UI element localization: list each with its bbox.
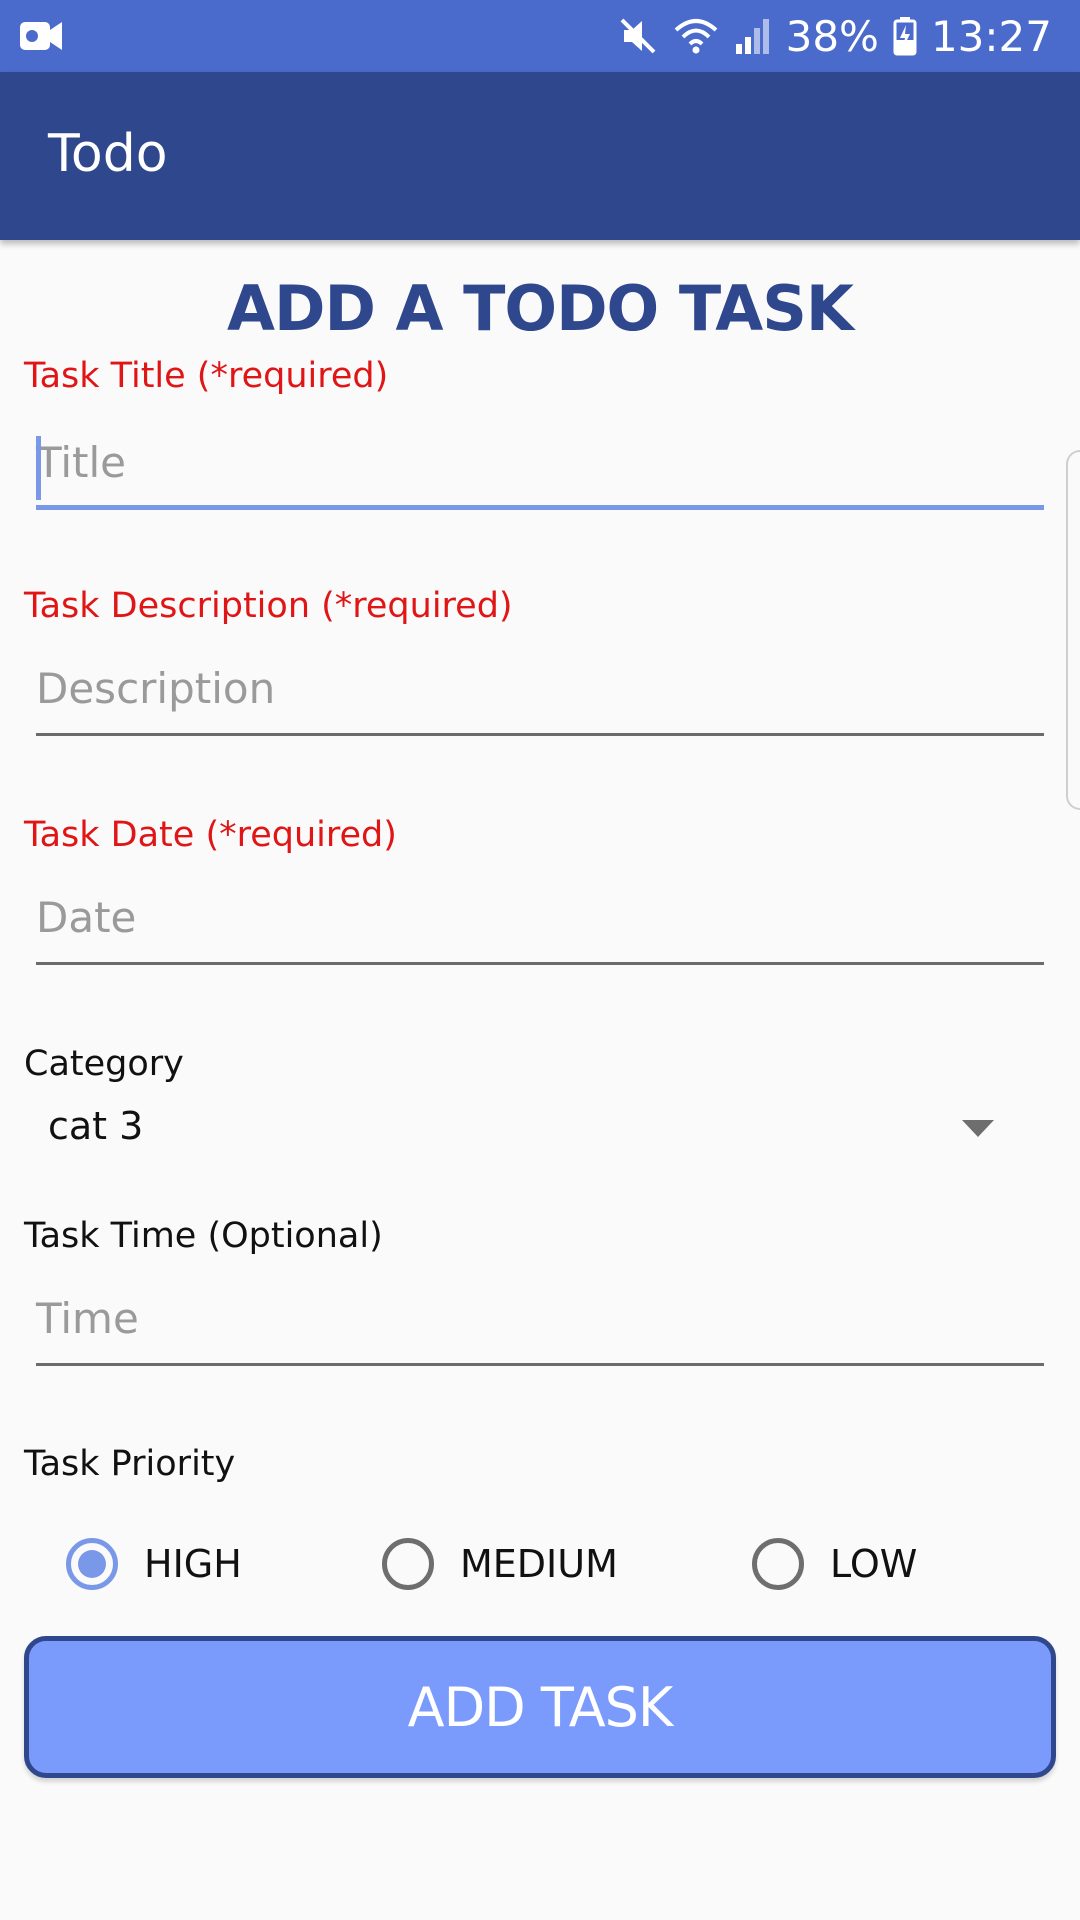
task-time-label: Task Time (Optional) xyxy=(24,1216,383,1256)
app-title: Todo xyxy=(48,124,168,184)
app-bar: Todo xyxy=(0,72,1080,240)
task-date-input[interactable]: Date xyxy=(36,885,1044,965)
task-date-underline xyxy=(36,962,1044,965)
scroll-indicator xyxy=(1066,450,1080,810)
task-time-input[interactable]: Time xyxy=(36,1286,1044,1366)
task-time-underline xyxy=(36,1363,1044,1366)
task-date-label: Task Date (*required) xyxy=(24,815,397,855)
task-title-label: Task Title (*required) xyxy=(24,356,389,396)
priority-high-label: HIGH xyxy=(144,1542,242,1586)
task-description-placeholder: Description xyxy=(36,664,276,713)
task-title-placeholder: Title xyxy=(36,438,127,487)
signal-icon xyxy=(734,16,772,56)
category-dropdown[interactable]: cat 3 xyxy=(24,1100,1020,1160)
clock: 13:27 xyxy=(930,11,1052,61)
priority-radio-medium[interactable]: MEDIUM xyxy=(382,1532,618,1596)
priority-low-label: LOW xyxy=(830,1542,918,1586)
priority-radio-low[interactable]: LOW xyxy=(752,1532,917,1596)
task-description-underline xyxy=(36,733,1044,736)
radio-button-unchecked-icon xyxy=(382,1538,434,1590)
text-cursor xyxy=(36,436,41,500)
radio-button-unchecked-icon xyxy=(752,1538,804,1590)
mute-icon xyxy=(618,16,658,56)
status-bar: 38% 13:27 xyxy=(0,0,1080,72)
category-selected-value: cat 3 xyxy=(48,1104,144,1148)
status-icons: 38% 13:27 xyxy=(618,10,1052,62)
task-date-placeholder: Date xyxy=(36,893,137,942)
battery-percentage: 38% xyxy=(785,11,879,61)
priority-medium-label: MEDIUM xyxy=(460,1542,618,1586)
form-heading: ADD A TODO TASK xyxy=(227,272,854,345)
category-label: Category xyxy=(24,1044,184,1084)
priority-radio-high[interactable]: HIGH xyxy=(66,1532,242,1596)
video-camera-icon xyxy=(18,16,64,56)
wifi-icon xyxy=(672,16,720,56)
task-priority-label: Task Priority xyxy=(24,1444,236,1484)
task-title-underline xyxy=(36,505,1044,510)
radio-button-checked-icon xyxy=(66,1538,118,1590)
task-title-input[interactable]: Title xyxy=(36,430,1044,510)
task-time-placeholder: Time xyxy=(36,1294,139,1343)
task-description-label: Task Description (*required) xyxy=(24,586,513,626)
task-description-input[interactable]: Description xyxy=(36,656,1044,736)
dropdown-arrow-icon xyxy=(962,1120,994,1137)
add-task-button[interactable]: ADD TASK xyxy=(24,1636,1056,1778)
battery-charging-icon xyxy=(893,16,917,56)
